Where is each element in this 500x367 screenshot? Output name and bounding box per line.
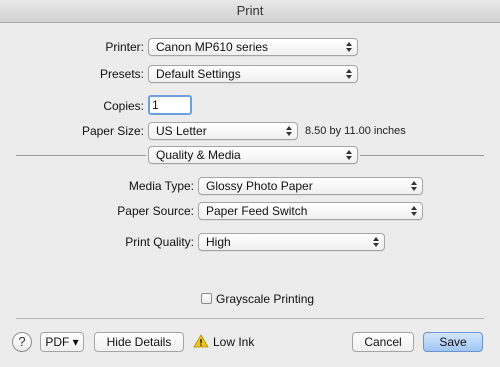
grayscale-label[interactable]: Grayscale Printing: [216, 292, 314, 306]
low-ink-label: Low Ink: [213, 335, 255, 349]
popup-arrows-icon: [346, 42, 352, 52]
section-popup[interactable]: Quality & Media: [148, 146, 358, 164]
save-label: Save: [439, 335, 467, 349]
paper-source-value: Paper Feed Switch: [206, 204, 308, 218]
hide-details-button[interactable]: Hide Details: [94, 332, 184, 352]
section-divider-right: [360, 155, 484, 156]
paper-size-label: Paper Size:: [81, 124, 144, 138]
pdf-menu-button[interactable]: PDF ▾: [40, 332, 84, 352]
section-divider-left: [16, 155, 146, 156]
presets-value: Default Settings: [156, 67, 241, 81]
media-type-value: Glossy Photo Paper: [206, 179, 313, 193]
media-type-label: Media Type:: [128, 179, 194, 193]
popup-arrows-icon: [411, 206, 417, 216]
warning-icon: [193, 334, 209, 348]
popup-arrows-icon: [411, 181, 417, 191]
presets-popup[interactable]: Default Settings: [148, 65, 358, 83]
printer-label: Printer:: [105, 40, 144, 54]
copies-field[interactable]: 1: [148, 95, 192, 115]
printer-value: Canon MP610 series: [156, 40, 269, 54]
popup-arrows-icon: [286, 126, 292, 136]
media-type-popup[interactable]: Glossy Photo Paper: [198, 177, 423, 195]
printer-popup[interactable]: Canon MP610 series: [148, 38, 358, 56]
print-quality-label: Print Quality:: [125, 235, 194, 249]
copies-label: Copies:: [103, 99, 144, 113]
section-value: Quality & Media: [156, 148, 241, 162]
cancel-button[interactable]: Cancel: [352, 332, 414, 352]
presets-label: Presets:: [99, 67, 144, 81]
popup-arrows-icon: [346, 150, 352, 160]
print-quality-value: High: [206, 235, 231, 249]
paper-source-label: Paper Source:: [117, 204, 194, 218]
pdf-label: PDF ▾: [45, 335, 79, 349]
popup-arrows-icon: [373, 237, 379, 247]
window-title: Print: [236, 3, 264, 18]
paper-source-popup[interactable]: Paper Feed Switch: [198, 202, 423, 220]
cancel-label: Cancel: [364, 335, 402, 349]
paper-size-value: US Letter: [156, 124, 207, 138]
save-button[interactable]: Save: [423, 332, 483, 352]
paper-size-popup[interactable]: US Letter: [148, 122, 298, 140]
grayscale-checkbox[interactable]: [201, 293, 212, 304]
copies-value: 1: [152, 98, 159, 112]
popup-arrows-icon: [346, 69, 352, 79]
help-button[interactable]: ?: [12, 332, 32, 352]
hide-details-label: Hide Details: [106, 335, 172, 349]
window-titlebar: Print: [0, 0, 500, 23]
help-icon: ?: [18, 334, 26, 349]
footer-divider: [16, 318, 484, 319]
paper-dimensions: 8.50 by 11.00 inches: [305, 125, 406, 137]
print-quality-popup[interactable]: High: [198, 233, 385, 251]
